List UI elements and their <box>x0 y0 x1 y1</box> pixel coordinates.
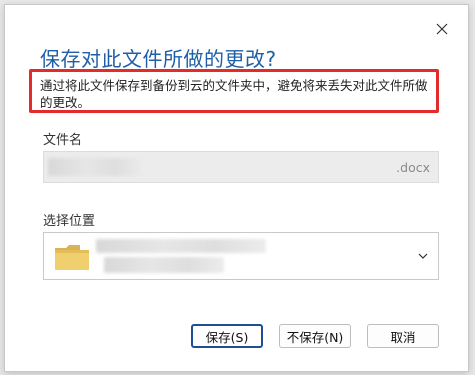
chevron-down-icon <box>418 253 428 259</box>
file-extension: .docx <box>396 160 430 175</box>
file-name-blurred <box>48 158 144 176</box>
dont-save-button[interactable]: 不保存(N) <box>279 324 351 348</box>
location-label: 选择位置 <box>43 214 96 229</box>
dialog-message: 通过将此文件保存到备份到云的文件夹中，避免将来丢失对此文件所做的更改。 <box>29 69 439 113</box>
location-dropdown[interactable] <box>43 232 439 280</box>
cancel-button[interactable]: 取消 <box>367 324 439 348</box>
location-path-blurred <box>96 239 266 253</box>
file-name-field[interactable]: .docx <box>43 151 439 183</box>
close-button[interactable] <box>430 17 454 41</box>
file-name-label: 文件名 <box>43 133 83 148</box>
dialog-title: 保存对此文件所做的更改? <box>40 47 277 71</box>
save-changes-dialog: 保存对此文件所做的更改? 通过将此文件保存到备份到云的文件夹中，避免将来丢失对此… <box>4 4 469 372</box>
folder-icon <box>55 245 89 270</box>
location-detail-blurred <box>104 257 224 273</box>
save-button[interactable]: 保存(S) <box>191 324 263 348</box>
dialog-message-text: 通过将此文件保存到备份到云的文件夹中，避免将来丢失对此文件所做的更改。 <box>40 78 428 110</box>
close-icon <box>436 23 448 35</box>
